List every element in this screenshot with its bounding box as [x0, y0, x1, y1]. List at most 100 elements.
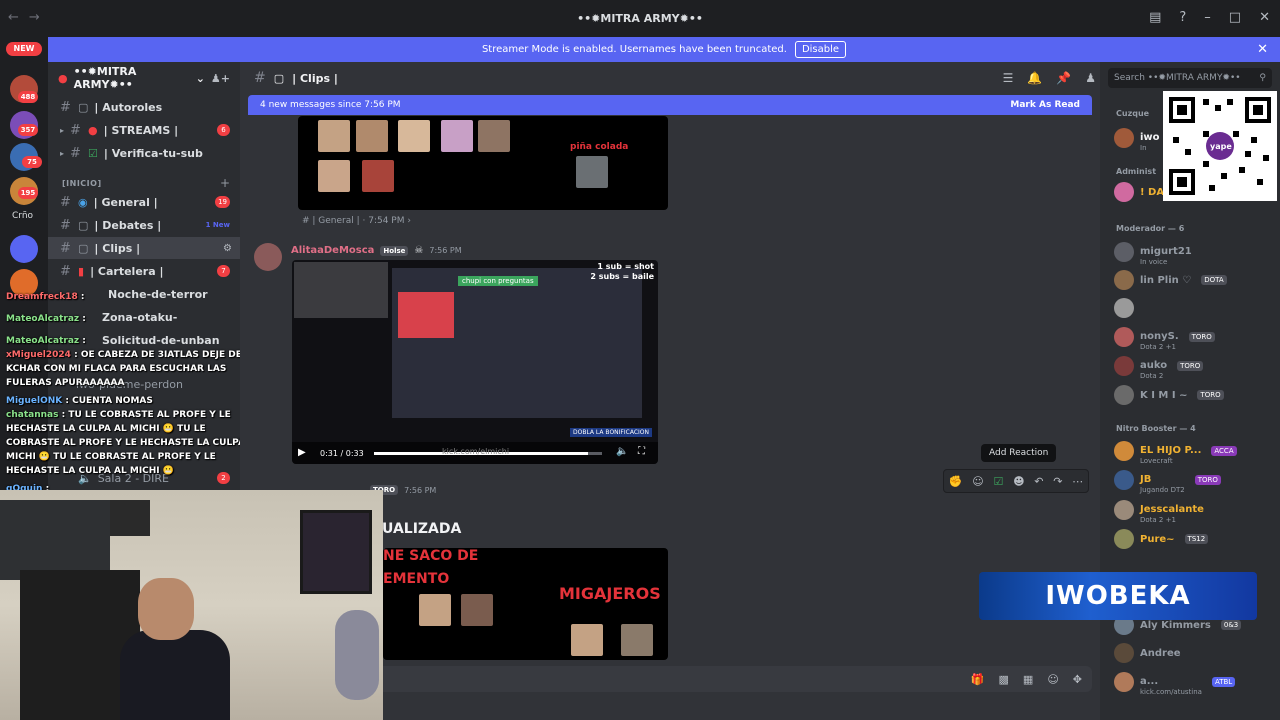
role-tag: TORO: [1197, 390, 1224, 400]
mute-icon[interactable]: 🔔: [1027, 71, 1042, 85]
new-messages-text: 4 new messages since 7:56 PM: [260, 100, 401, 110]
invite-icon[interactable]: ♟+: [211, 72, 230, 85]
member-item[interactable]: Andree: [1114, 639, 1274, 667]
member-name: nonyS.: [1140, 330, 1179, 342]
add-reaction-icon[interactable]: ☻: [1013, 475, 1024, 488]
face-thumbnail: [318, 120, 350, 152]
member-status: Dota 2 +1: [1140, 342, 1176, 351]
member-item[interactable]: lin Plin ♡ DOTA: [1114, 266, 1274, 294]
author-name[interactable]: AlitaaDeMosca: [291, 245, 374, 256]
channel-general[interactable]: # ◉ | General | 19: [48, 191, 240, 213]
forward-arrow-icon[interactable]: →: [29, 10, 40, 25]
hash-icon: #: [60, 99, 71, 115]
video-embed[interactable]: chupi con preguntas 1 sub = shot 2 subs …: [292, 260, 658, 464]
avatar: [1114, 529, 1134, 549]
member-item[interactable]: migurt21 In voice: [1114, 238, 1274, 266]
sticker-icon[interactable]: ▦: [1023, 673, 1033, 686]
more-icon[interactable]: ⋯: [1072, 475, 1083, 488]
member-status: Dota 2: [1140, 371, 1164, 380]
image-embed[interactable]: piña colada: [298, 116, 668, 210]
inbox-icon[interactable]: ▤: [1149, 10, 1161, 25]
member-item[interactable]: nonyS. Dota 2 +1 TORO: [1114, 323, 1274, 351]
channel-streams[interactable]: ▸ # ● | STREAMS | 6: [48, 119, 240, 141]
close-icon[interactable]: ✕: [1257, 42, 1268, 57]
embed-side-text: MIGAJEROS: [559, 584, 661, 603]
member-item[interactable]: auko Dota 2 TORO: [1114, 352, 1274, 380]
avatar: [1114, 298, 1134, 318]
member-list-icon[interactable]: ♟: [1085, 71, 1096, 85]
qr-label: yape: [1210, 142, 1232, 151]
title-bar: ← → ••✹MITRA ARMY✹•• ▤ ? – □ ✕: [0, 0, 1280, 37]
mention-badge: 7: [217, 265, 230, 277]
reaction-check-icon[interactable]: ☑: [993, 475, 1003, 488]
category-inicio[interactable]: [INICIO]: [62, 179, 102, 188]
server-text-item[interactable]: Crño: [12, 211, 33, 221]
forward-icon[interactable]: ↷: [1053, 475, 1062, 488]
face-thumbnail: [318, 160, 350, 192]
mention-badge: 19: [215, 196, 230, 208]
gear-icon[interactable]: ⚙: [223, 243, 232, 254]
face-thumbnail: [362, 160, 394, 192]
gif-icon[interactable]: ▩: [999, 673, 1009, 686]
webcam-frame: [300, 510, 372, 594]
search-input[interactable]: Search ••✹MITRA ARMY✹•• ⚲: [1108, 68, 1272, 88]
role-tag: ACCA: [1211, 446, 1237, 456]
member-item[interactable]: Jesscalante Dota 2 +1: [1114, 496, 1274, 524]
message-action-bar: ✊ ☺ ☑ ☻ ↶ ↷ ⋯: [943, 469, 1089, 493]
channel-autoroles[interactable]: # ▢ | Autoroles: [48, 96, 240, 118]
avatar: [1114, 672, 1134, 692]
channel-clips[interactable]: # ▢ | Clips | ⚙: [48, 237, 240, 259]
close-window-button[interactable]: ✕: [1259, 10, 1270, 25]
reaction-laugh-icon[interactable]: ☺: [972, 475, 983, 488]
member-status: In: [1140, 143, 1147, 152]
member-name: EL HIJO P...: [1140, 444, 1202, 456]
play-icon[interactable]: ▶: [298, 447, 306, 458]
image-embed[interactable]: NE SACO DE EMENTO MIGAJEROS: [383, 548, 668, 660]
channel-title: | Clips |: [292, 71, 338, 85]
reaction-muscle-icon[interactable]: ✊: [949, 475, 963, 488]
member-item[interactable]: K I M I ~ TORO: [1114, 381, 1274, 409]
server-icon[interactable]: [10, 235, 38, 263]
channel-emoji-icon: ▢: [78, 218, 89, 232]
face-thumbnail: [461, 594, 493, 626]
channel-emoji-icon: ▢: [78, 100, 89, 114]
pin-icon[interactable]: 📌: [1056, 71, 1071, 85]
member-item[interactable]: EL HIJO P... Lovecraft ACCA: [1114, 437, 1274, 465]
new-messages-bar[interactable]: 4 new messages since 7:56 PM Mark As Rea…: [248, 95, 1092, 115]
reply-icon[interactable]: ↶: [1034, 475, 1043, 488]
member-item[interactable]: Pure~ TS12: [1114, 525, 1274, 553]
channel-debates[interactable]: # ▢ | Debates | 1 New: [48, 214, 240, 236]
disable-streamer-mode-button[interactable]: Disable: [794, 41, 847, 58]
guild-header[interactable]: ● ••✹MITRA ARMY✹•• ⌄ ♟+: [48, 62, 240, 94]
avatar: [1114, 242, 1134, 262]
chat-user: chatannas: [6, 410, 59, 420]
face-thumbnail: [621, 624, 653, 656]
member-item[interactable]: [1114, 294, 1274, 322]
add-channel-icon[interactable]: +: [220, 176, 230, 190]
emoji-icon[interactable]: ☺: [1047, 673, 1058, 686]
channel-cartelera[interactable]: # ▮ | Cartelera | 7: [48, 260, 240, 282]
avatar[interactable]: [254, 243, 282, 271]
maximize-button[interactable]: □: [1229, 10, 1241, 25]
new-badge[interactable]: NEW: [6, 42, 42, 56]
member-item[interactable]: JB Jugando DT2 TORO: [1114, 466, 1274, 494]
volume-icon[interactable]: 🔈: [616, 446, 628, 457]
mark-as-read-button[interactable]: Mark As Read: [1010, 100, 1080, 110]
member-name: migurt21: [1140, 245, 1192, 257]
back-arrow-icon[interactable]: ←: [8, 10, 19, 25]
brand-text: IWOBEKA: [1045, 581, 1191, 611]
channel-verifica[interactable]: ▸ # ☑ | Verifica-tu-sub: [48, 142, 240, 164]
reply-reference[interactable]: # | General | · 7:54 PM ›: [302, 216, 411, 226]
fullscreen-icon[interactable]: ⛶: [638, 446, 645, 457]
member-status: kick.com/atustina: [1140, 687, 1202, 696]
threads-icon[interactable]: ☰: [1003, 71, 1014, 85]
help-icon[interactable]: ?: [1179, 10, 1186, 25]
role-tag: DOTA: [1201, 275, 1227, 285]
toolbar-icons: ☰ 🔔 📌 ♟: [1003, 71, 1096, 85]
apps-icon[interactable]: ✥: [1073, 673, 1082, 686]
avatar: [1114, 128, 1134, 148]
member-item[interactable]: a... kick.com/atustina ATBL: [1114, 668, 1274, 696]
gift-icon[interactable]: 🎁: [971, 673, 985, 686]
minimize-button[interactable]: –: [1204, 10, 1211, 25]
search-placeholder: Search ••✹MITRA ARMY✹••: [1114, 73, 1241, 83]
